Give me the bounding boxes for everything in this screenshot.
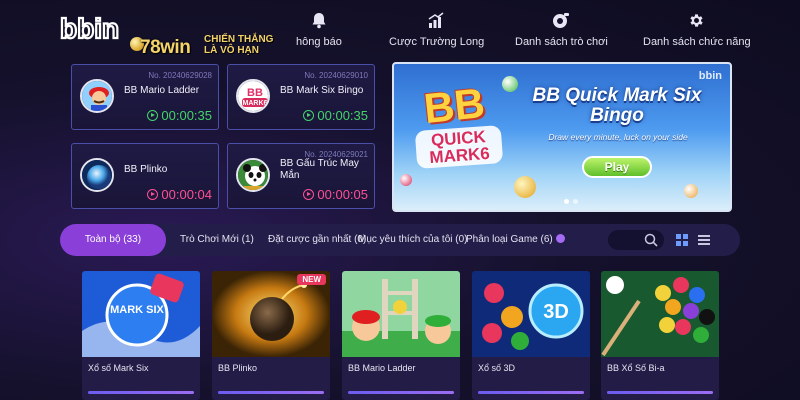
header: bbin 78win CHIẾN THẮNG LÀ VÔ HẠN hông bá… [0, 0, 800, 58]
bell-icon [309, 10, 329, 30]
game-name: Xổ số 3D [478, 363, 516, 373]
bingo-ball-icon [514, 176, 536, 198]
search-icon[interactable] [644, 233, 658, 247]
banner-brand-logo: bbin [698, 70, 722, 82]
svg-text:MARK6: MARK6 [243, 100, 268, 107]
pagination-dot[interactable] [573, 199, 578, 204]
game-name: Xổ số Mark Six [88, 363, 149, 373]
gear-icon [687, 10, 707, 30]
timer-value: 00:00:35 [161, 108, 212, 123]
watermark: 78win CHIẾN THẮNG LÀ VÔ HẠN [130, 33, 302, 61]
thumb-label: 3D [543, 301, 569, 323]
countdown-timer: 00:00:05 [303, 187, 368, 202]
progress-bar [88, 391, 194, 394]
game-tile[interactable]: 3D Xổ số 3D [472, 271, 590, 400]
grid-view-icon[interactable] [674, 232, 690, 248]
bar-chart-icon [427, 10, 447, 30]
play-clock-icon [303, 110, 315, 121]
game-filter-tabs: Toàn bộ (33) Trò Chơi Mới (1) Đặt cược g… [60, 224, 740, 256]
featured-game-card[interactable]: BB Plinko 00:00:04 [71, 143, 219, 209]
list-view-icon[interactable] [696, 232, 712, 248]
plinko-avatar [80, 158, 114, 192]
progress-bar [348, 391, 454, 394]
play-clock-icon [147, 189, 159, 200]
timer-value: 00:00:35 [317, 108, 368, 123]
nav-label: Danh sách chức năng [643, 36, 751, 48]
game-name: BB Mark Six Bingo [280, 85, 364, 96]
tab-favorites[interactable]: Mục yêu thích của tôi (0) [358, 224, 468, 256]
play-clock-icon [147, 110, 159, 121]
banner-play-button[interactable]: Play [582, 156, 652, 178]
svg-text:BB: BB [247, 87, 263, 99]
tab-new-games[interactable]: Trò Chơi Mới (1) [180, 224, 254, 256]
nav-function-list[interactable]: Danh sách chức năng [643, 10, 751, 48]
panda-avatar [236, 158, 270, 192]
nav-notifications[interactable]: hông báo [296, 10, 342, 48]
game-list-icon [551, 10, 571, 30]
promo-banner[interactable]: BB QUICK MARK6 BB Quick Mark Six Bingo D… [392, 62, 732, 212]
progress-bar [218, 391, 324, 394]
nav-long-dragon-bet[interactable]: Cược Trường Long [389, 10, 484, 48]
tab-recent-bets[interactable]: Đặt cược gần nhất (0) [268, 224, 366, 256]
bbin-logo[interactable]: bbin [60, 14, 132, 44]
tab-label: Phân loại Game (6) [466, 234, 553, 245]
tab-all[interactable]: Toàn bộ (33) [60, 224, 166, 256]
game-name: BB Mario Ladder [124, 85, 200, 96]
featured-game-card[interactable]: No. 20240629021 BB Gấu Trúc May Mắn 00:0… [227, 143, 375, 209]
featured-game-card[interactable]: No. 20240629010 BB MARK6 BB Mark Six Bing… [227, 64, 375, 130]
tab-game-categories[interactable]: Phân loại Game (6) [466, 224, 565, 256]
watermark-slogan-line1: CHIẾN THẮNG [204, 34, 274, 45]
featured-game-card[interactable]: No. 20240629028 BB Mario Ladder 00:00:35 [71, 64, 219, 130]
banner-tagline: Draw every minute, luck on your side [548, 132, 688, 142]
thumb-label: MARK SIX [110, 304, 164, 316]
mario-avatar [80, 79, 114, 113]
progress-bar [478, 391, 584, 394]
countdown-timer: 00:00:35 [303, 108, 368, 123]
nav-game-list[interactable]: Danh sách trò chơi [515, 10, 608, 48]
game-tile[interactable]: MARK SIX Xổ số Mark Six [82, 271, 200, 400]
game-name: BB Gấu Trúc May Mắn [280, 158, 359, 181]
game-name: BB Mario Ladder [348, 363, 416, 373]
bingo-ball-icon [400, 174, 412, 186]
bingo-avatar: BB MARK6 [236, 79, 270, 113]
game-name: BB Plinko [218, 363, 258, 373]
nav-label: hông báo [296, 36, 342, 48]
game-tile[interactable]: BB Mario Ladder [342, 271, 460, 400]
banner-logo-bb: BB [421, 78, 487, 133]
game-thumbnail [601, 271, 719, 357]
banner-title: BB Quick Mark Six Bingo [532, 85, 702, 126]
game-tile[interactable]: NEW BB Plinko [212, 271, 330, 400]
watermark-slogan-line2: LÀ VÔ HẠN [204, 45, 259, 56]
game-tile[interactable]: BB Xổ Số Bi-a [601, 271, 719, 400]
info-icon [555, 233, 565, 243]
game-thumbnail: 3D [472, 271, 590, 357]
countdown-timer: 00:00:35 [147, 108, 212, 123]
game-name: BB Xổ Số Bi-a [607, 363, 665, 373]
banner-pagination [564, 199, 578, 204]
nav-label: Cược Trường Long [389, 36, 485, 48]
new-badge: NEW [297, 274, 326, 285]
bingo-ball-icon [684, 184, 698, 198]
watermark-brand: 78win [140, 37, 191, 58]
draw-number: No. 20240629010 [304, 71, 368, 80]
logo-text: bbin [60, 14, 119, 44]
draw-number: No. 20240629028 [148, 71, 212, 80]
pagination-dot[interactable] [564, 199, 569, 204]
game-name: BB Plinko [124, 164, 168, 175]
game-thumbnail: MARK SIX [82, 271, 200, 357]
game-thumbnail [342, 271, 460, 357]
nav-label: Danh sách trò chơi [515, 36, 608, 48]
timer-value: 00:00:04 [161, 187, 212, 202]
timer-value: 00:00:05 [317, 187, 368, 202]
play-clock-icon [303, 189, 315, 200]
banner-logo-quick-mark6: QUICK MARK6 [414, 125, 504, 169]
countdown-timer: 00:00:04 [147, 187, 212, 202]
progress-bar [607, 391, 713, 394]
